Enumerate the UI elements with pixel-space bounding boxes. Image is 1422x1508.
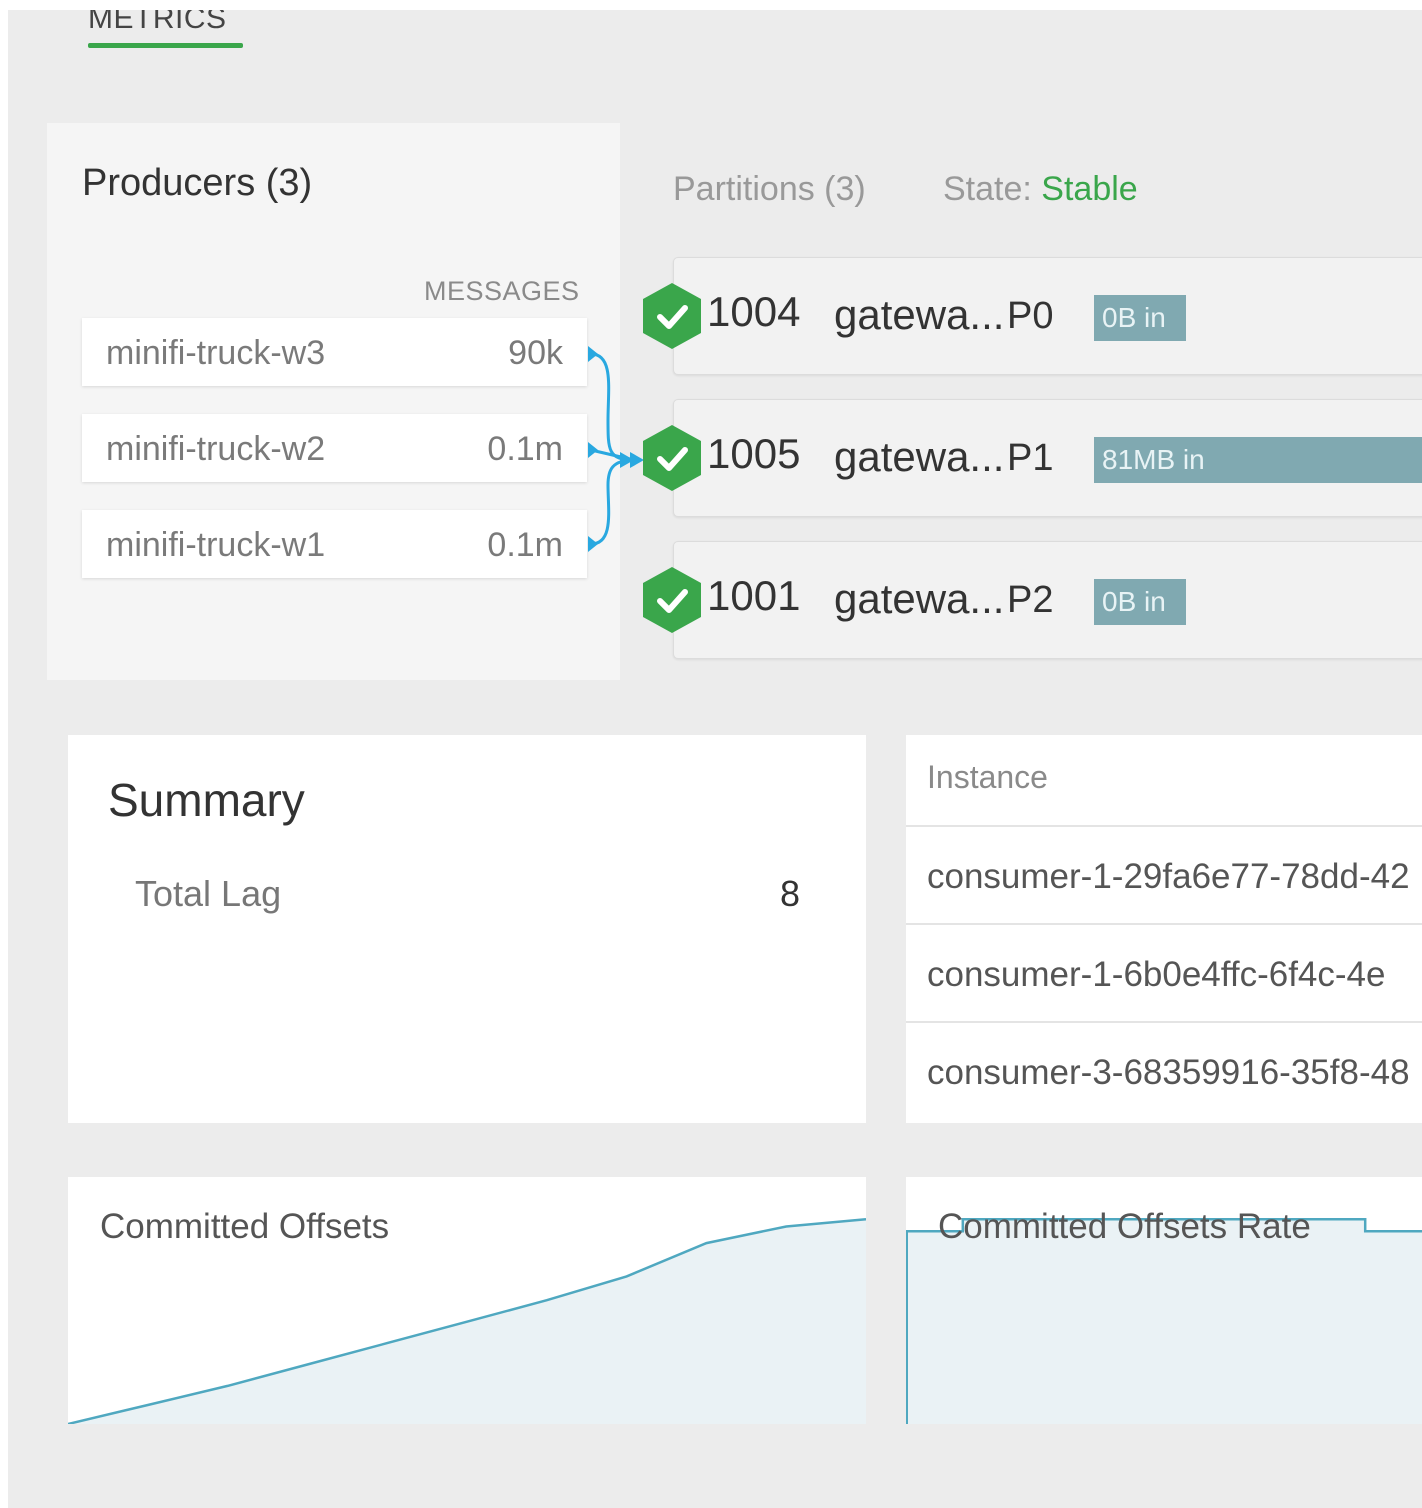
connector-port-icon: [588, 442, 598, 458]
connector-port-icon: [588, 536, 598, 552]
summary-card: Summary Total Lag 8: [68, 735, 866, 1123]
committed-offsets-card: Committed Offsets: [68, 1177, 866, 1424]
table-row[interactable]: consumer-3-68359916-35f8-48: [906, 1021, 1422, 1121]
metrics-view: METRICS Producers (3) MESSAGES minifi-tr…: [8, 10, 1422, 1508]
chart-area-fill: [906, 1219, 1422, 1424]
instance-id: consumer-1-29fa6e77-78dd-42: [927, 857, 1410, 896]
producer-partition-connectors: [588, 346, 644, 552]
committed-offsets-rate-card: Committed Offsets Rate: [906, 1177, 1422, 1424]
table-row[interactable]: consumer-1-29fa6e77-78dd-42: [906, 825, 1422, 925]
check-hexagon-icon: [643, 425, 701, 491]
committed-offsets-title: Committed Offsets: [100, 1207, 390, 1246]
table-row[interactable]: consumer-1-6b0e4ffc-6f4c-4e: [906, 923, 1422, 1023]
total-lag-label: Total Lag: [135, 873, 282, 914]
instance-table: Instance consumer-1-29fa6e77-78dd-42 con…: [906, 735, 1422, 1123]
check-hexagon-icon: [643, 283, 701, 349]
check-hexagon-icon: [643, 567, 701, 633]
connector-port-icon: [588, 346, 598, 362]
instance-id: consumer-3-68359916-35f8-48: [927, 1053, 1410, 1092]
summary-title: Summary: [108, 774, 305, 826]
instance-id: consumer-1-6b0e4ffc-6f4c-4e: [927, 955, 1386, 994]
total-lag-value: 8: [779, 873, 800, 914]
connector-line: [590, 458, 635, 546]
committed-offsets-rate-title: Committed Offsets Rate: [938, 1207, 1311, 1246]
connector-line: [590, 352, 635, 462]
instance-column-header: Instance: [927, 759, 1048, 795]
